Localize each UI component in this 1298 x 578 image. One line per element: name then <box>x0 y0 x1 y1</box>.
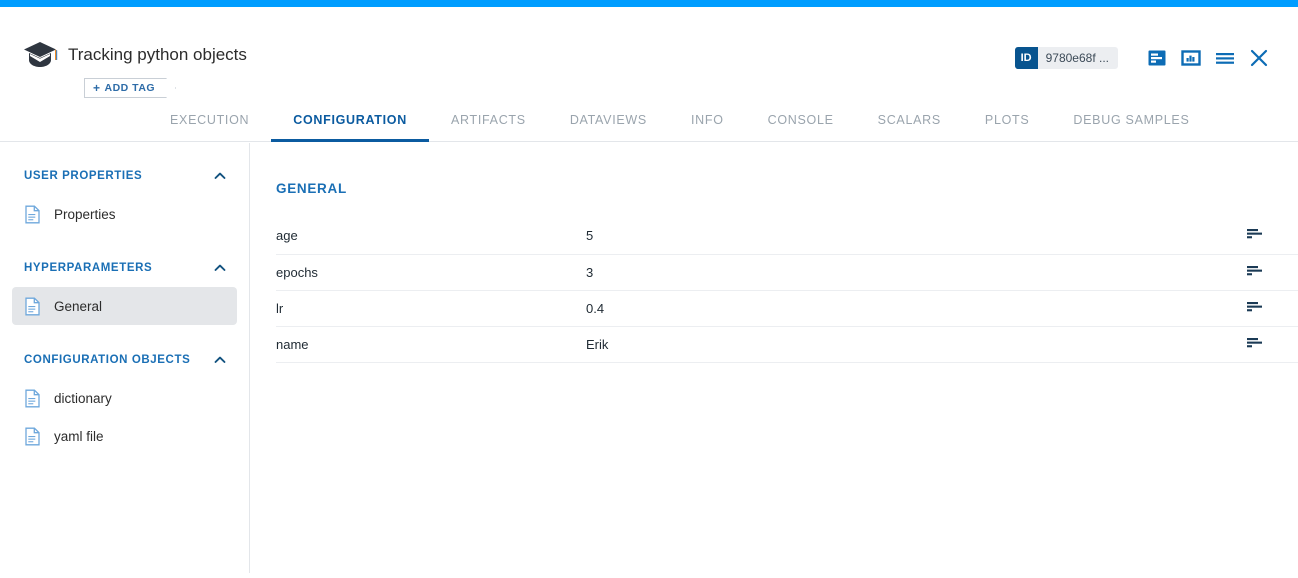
param-value: 3 <box>586 254 1246 290</box>
document-icon <box>24 389 41 408</box>
hyperparameters-table: age 5 epochs 3 <box>276 218 1298 363</box>
graduation-cap-icon <box>22 38 58 72</box>
sidebar-item-label: dictionary <box>54 391 112 406</box>
bar-chart-icon[interactable] <box>1246 336 1264 350</box>
sidebar-spacer-1 <box>0 233 249 255</box>
sidebar-item-label: General <box>54 299 102 314</box>
document-icon <box>24 297 41 316</box>
chevron-up-icon <box>213 169 227 183</box>
chevron-up-icon <box>213 261 227 275</box>
app-root: COMPLETED Tracking python objects + ADD … <box>0 0 1298 578</box>
param-value: Erik <box>586 326 1246 362</box>
param-action-cell <box>1246 290 1298 326</box>
section-title-general: GENERAL <box>276 181 1272 196</box>
sidebar-section-user-properties[interactable]: USER PROPERTIES <box>0 163 249 189</box>
param-action-cell <box>1246 254 1298 290</box>
sidebar-item-label: Properties <box>54 207 116 222</box>
table-row: epochs 3 <box>276 254 1298 290</box>
sidebar-item-general[interactable]: General <box>12 287 237 325</box>
id-label: ID <box>1015 47 1038 69</box>
table-row: lr 0.4 <box>276 290 1298 326</box>
document-icon <box>24 427 41 446</box>
param-key: epochs <box>276 254 586 290</box>
close-icon[interactable] <box>1242 43 1276 73</box>
sidebar-item-dictionary[interactable]: dictionary <box>12 379 237 417</box>
sidebar-item-label: yaml file <box>54 429 104 444</box>
chevron-up-icon <box>213 353 227 367</box>
add-tag-label: ADD TAG <box>105 82 156 94</box>
document-icon <box>24 205 41 224</box>
sidebar-section-label: USER PROPERTIES <box>24 170 142 182</box>
param-action-cell <box>1246 326 1298 362</box>
sidebar-section-hyperparameters[interactable]: HYPERPARAMETERS <box>0 255 249 281</box>
sidebar-spacer-2 <box>0 325 249 347</box>
tab-info[interactable]: INFO <box>669 98 746 141</box>
configuration-sidebar: USER PROPERTIES Properties HYPERPARAMETE… <box>0 143 250 573</box>
add-tag-button[interactable]: + ADD TAG <box>84 78 176 98</box>
tab-artifacts[interactable]: ARTIFACTS <box>429 98 548 141</box>
table-row: age 5 <box>276 218 1298 254</box>
log-icon[interactable] <box>1140 43 1174 73</box>
tab-dataviews[interactable]: DATAVIEWS <box>548 98 669 141</box>
configuration-main-panel: GENERAL age 5 <box>250 143 1298 578</box>
id-value: 9780e68f ... <box>1038 51 1118 65</box>
tab-configuration[interactable]: CONFIGURATION <box>271 98 429 141</box>
table-row: name Erik <box>276 326 1298 362</box>
param-action-cell <box>1246 218 1298 254</box>
header-actions: ID 9780e68f ... <box>1015 43 1276 73</box>
param-key: lr <box>276 290 586 326</box>
page-header: Tracking python objects + ADD TAG ID 978… <box>0 7 1298 98</box>
tab-bar: EXECUTION CONFIGURATION ARTIFACTS DATAVI… <box>0 98 1298 142</box>
tab-console[interactable]: CONSOLE <box>746 98 856 141</box>
sidebar-section-label: CONFIGURATION OBJECTS <box>24 354 190 366</box>
hamburger-menu-icon[interactable] <box>1208 43 1242 73</box>
experiment-id-chip[interactable]: ID 9780e68f ... <box>1015 47 1118 69</box>
tab-execution[interactable]: EXECUTION <box>148 98 271 141</box>
bar-chart-icon[interactable] <box>1246 264 1264 278</box>
tab-plots[interactable]: PLOTS <box>963 98 1052 141</box>
sidebar-item-properties[interactable]: Properties <box>12 195 237 233</box>
plots-image-icon[interactable] <box>1174 43 1208 73</box>
param-value: 0.4 <box>586 290 1246 326</box>
bar-chart-icon[interactable] <box>1246 300 1264 314</box>
sidebar-section-label: HYPERPARAMETERS <box>24 262 152 274</box>
param-value: 5 <box>586 218 1246 254</box>
page-title: Tracking python objects <box>68 45 247 65</box>
sidebar-item-yaml-file[interactable]: yaml file <box>12 417 237 455</box>
bar-chart-icon[interactable] <box>1246 227 1264 241</box>
param-key: name <box>276 326 586 362</box>
tab-scalars[interactable]: SCALARS <box>856 98 963 141</box>
param-key: age <box>276 218 586 254</box>
tab-debug-samples[interactable]: DEBUG SAMPLES <box>1051 98 1211 141</box>
sidebar-section-configuration-objects[interactable]: CONFIGURATION OBJECTS <box>0 347 249 373</box>
plus-icon: + <box>93 81 101 95</box>
